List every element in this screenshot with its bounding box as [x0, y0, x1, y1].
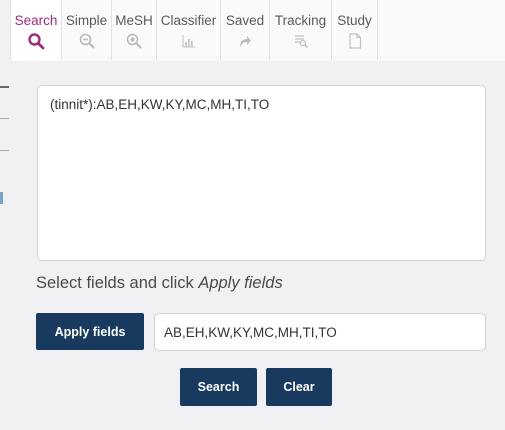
tab-study[interactable]: Study — [332, 0, 378, 60]
tab-label: Simple — [65, 13, 108, 28]
zoom-out-icon — [78, 32, 96, 50]
apply-fields-button[interactable]: Apply fields — [36, 313, 144, 350]
tab-bar: Search Simple MeSH Classifier Saved Trac… — [10, 0, 505, 62]
edge-divider — [0, 118, 9, 119]
tab-label: Tracking — [274, 13, 327, 28]
tab-label: Saved — [225, 13, 265, 28]
tab-search[interactable]: Search — [10, 0, 62, 60]
edge-divider — [0, 150, 9, 151]
document-icon — [346, 32, 364, 50]
tab-label: Classifier — [160, 13, 217, 28]
share-arrow-icon — [236, 32, 254, 50]
tab-mesh[interactable]: MeSH — [112, 0, 157, 60]
bar-chart-icon — [180, 32, 198, 50]
tab-saved[interactable]: Saved — [221, 0, 270, 60]
clear-button[interactable]: Clear — [266, 368, 332, 406]
fields-instruction-text: Select fields and click — [36, 274, 199, 292]
fields-instruction: Select fields and click Apply fields — [36, 274, 283, 293]
edge-marker — [0, 86, 9, 88]
tab-simple[interactable]: Simple — [62, 0, 112, 60]
fields-input[interactable]: AB,EH,KW,KY,MC,MH,TI,TO — [154, 313, 486, 351]
query-editor[interactable]: (tinnit*):AB,EH,KW,KY,MC,MH,TI,TO — [37, 85, 486, 261]
query-text: (tinnit*):AB,EH,KW,KY,MC,MH,TI,TO — [50, 97, 270, 112]
tab-label: Search — [14, 13, 58, 28]
tab-label: Study — [337, 13, 372, 28]
tab-tracking[interactable]: Tracking — [270, 0, 332, 60]
search-panel: (tinnit*):AB,EH,KW,KY,MC,MH,TI,TO Select… — [10, 61, 505, 430]
fields-input-value: AB,EH,KW,KY,MC,MH,TI,TO — [164, 324, 337, 340]
zoom-in-icon — [125, 32, 143, 50]
tab-label: MeSH — [115, 13, 153, 28]
tab-classifier[interactable]: Classifier — [157, 0, 221, 60]
fields-instruction-emphasis: Apply fields — [198, 274, 283, 292]
search-button[interactable]: Search — [180, 368, 257, 406]
edge-marker — [0, 192, 3, 204]
list-search-icon — [292, 32, 310, 50]
search-icon — [27, 32, 45, 50]
